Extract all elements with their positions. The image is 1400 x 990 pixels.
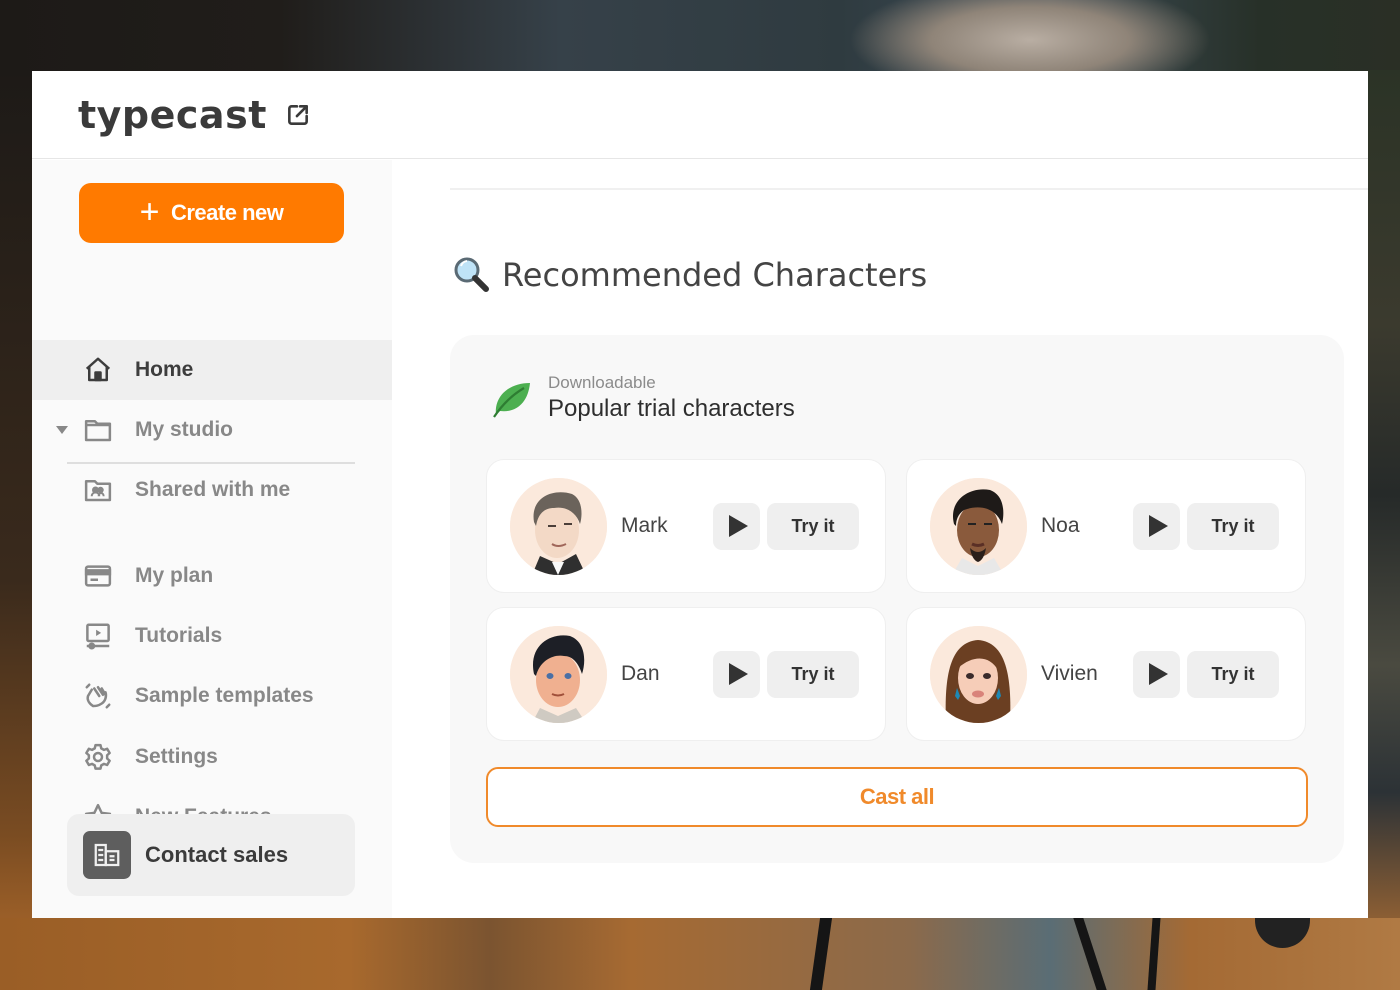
top-bar: typecast xyxy=(32,71,1368,159)
main-divider xyxy=(450,188,1368,190)
character-card-mark[interactable]: Mark Try it xyxy=(486,459,886,593)
building-icon xyxy=(83,831,131,879)
sidebar-item-label: Settings xyxy=(135,745,218,768)
sidebar: + Create new Home My studio Shared with … xyxy=(32,160,392,918)
shared-folder-icon xyxy=(82,474,114,506)
play-preview-button[interactable] xyxy=(713,502,760,550)
avatar xyxy=(930,625,1027,723)
section-title: Recommended Characters xyxy=(502,256,928,294)
panel-title: Popular trial characters xyxy=(548,395,795,422)
sidebar-item-label: My plan xyxy=(135,564,214,587)
popular-characters-panel: Downloadable Popular trial characters Ma… xyxy=(450,335,1344,863)
create-new-button[interactable]: + Create new xyxy=(79,183,344,243)
try-it-button[interactable]: Try it xyxy=(767,502,859,550)
home-icon xyxy=(82,354,114,386)
character-card-vivien[interactable]: Vivien Try it xyxy=(906,607,1306,741)
sidebar-item-label: Sample templates xyxy=(135,684,314,707)
contact-sales-button[interactable]: Contact sales xyxy=(67,814,355,896)
try-it-button[interactable]: Try it xyxy=(1187,650,1279,698)
sidebar-item-sample-templates[interactable]: Sample templates xyxy=(32,666,392,726)
play-preview-button[interactable] xyxy=(1133,502,1180,550)
sidebar-item-label: Tutorials xyxy=(135,624,223,647)
create-new-label: Create new xyxy=(170,200,284,225)
leaf-icon xyxy=(493,383,530,418)
sidebar-item-settings[interactable]: Settings xyxy=(32,727,392,787)
expand-caret-icon[interactable] xyxy=(56,426,68,434)
waving-hand-icon xyxy=(82,680,114,712)
plus-icon: + xyxy=(139,192,160,231)
character-name: Vivien xyxy=(1041,662,1098,685)
sidebar-item-home[interactable]: Home xyxy=(32,340,392,400)
play-preview-button[interactable] xyxy=(1133,650,1180,698)
play-icon xyxy=(1149,515,1168,537)
play-preview-button[interactable] xyxy=(713,650,760,698)
external-link-icon[interactable] xyxy=(285,102,311,128)
section-header: Recommended Characters xyxy=(452,255,927,295)
sidebar-item-label: My studio xyxy=(135,418,233,441)
avatar xyxy=(930,477,1027,575)
sidebar-item-tutorials[interactable]: Tutorials xyxy=(32,606,392,666)
panel-subtitle: Downloadable xyxy=(548,373,656,392)
cast-all-button[interactable]: Cast all xyxy=(486,767,1308,827)
avatar xyxy=(510,625,607,723)
sidebar-item-label: Home xyxy=(135,358,194,381)
app-window: typecast + Create new Home My studio Sha… xyxy=(32,71,1368,918)
play-icon xyxy=(1149,663,1168,685)
typecast-logo[interactable]: typecast xyxy=(78,93,267,137)
character-name: Dan xyxy=(621,662,660,685)
sidebar-item-my-plan[interactable]: My plan xyxy=(32,546,392,606)
try-it-button[interactable]: Try it xyxy=(1187,502,1279,550)
sidebar-divider xyxy=(67,462,355,464)
folder-icon xyxy=(82,414,114,446)
video-player-icon xyxy=(82,620,114,652)
avatar xyxy=(510,477,607,575)
contact-sales-label: Contact sales xyxy=(145,842,289,867)
sidebar-item-my-studio[interactable]: My studio xyxy=(32,400,392,460)
sidebar-item-label: Shared with me xyxy=(135,478,291,501)
character-card-noa[interactable]: Noa Try it xyxy=(906,459,1306,593)
background-photo-right xyxy=(1368,70,1400,920)
play-icon xyxy=(729,663,748,685)
try-it-button[interactable]: Try it xyxy=(767,650,859,698)
gear-icon xyxy=(82,741,114,773)
sidebar-item-shared-with-me[interactable]: Shared with me xyxy=(32,460,392,520)
credit-card-icon xyxy=(82,560,114,592)
background-photo-bottom xyxy=(0,918,1400,990)
panel-header: Downloadable Popular trial characters xyxy=(488,373,795,423)
background-photo-left xyxy=(0,70,32,920)
character-name: Mark xyxy=(621,514,668,537)
character-name: Noa xyxy=(1041,514,1080,537)
magnifying-glass-icon xyxy=(454,257,489,292)
main-content: Recommended Characters Downloadable Popu… xyxy=(392,160,1368,918)
play-icon xyxy=(729,515,748,537)
character-card-dan[interactable]: Dan Try it xyxy=(486,607,886,741)
